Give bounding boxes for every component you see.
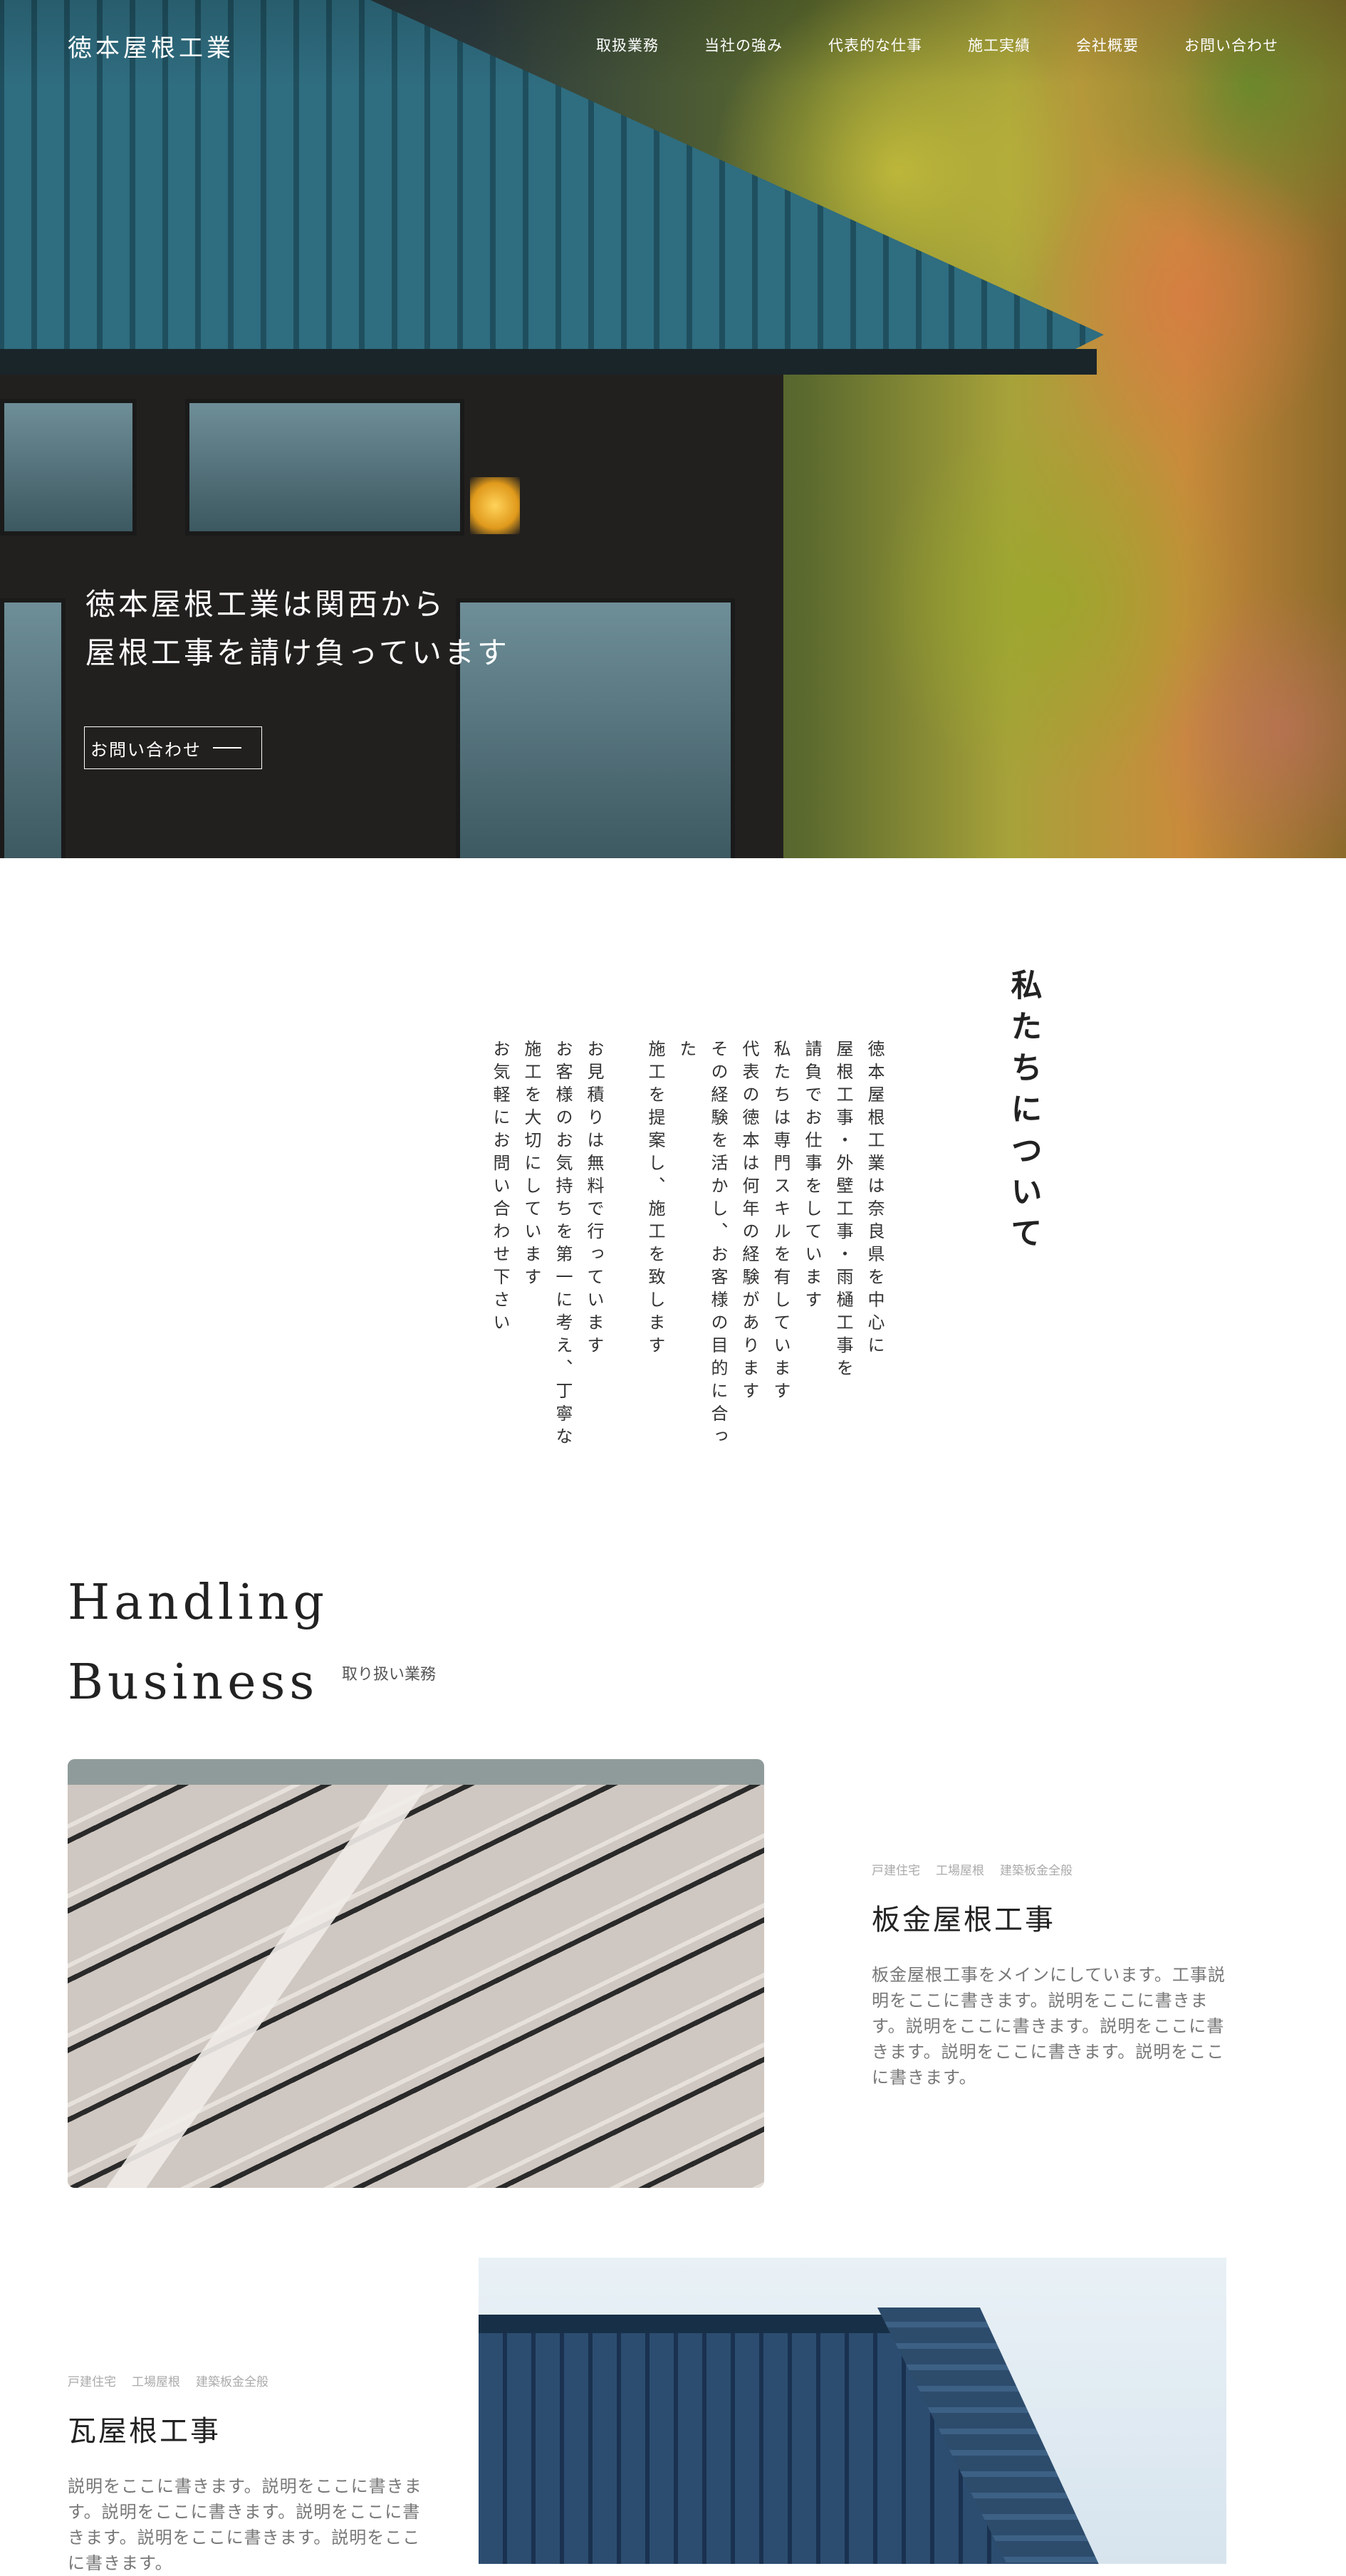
menu-item-results[interactable]: 施工実績 (968, 34, 1031, 56)
metal-roof-ridge (68, 1759, 764, 2188)
tag: 建築板金全般 (196, 2375, 268, 2389)
hero-contact-button-label: お問い合わせ (90, 739, 202, 760)
about-line: 私たちは専門スキルを有しています (771, 1040, 791, 1404)
arrow-line-icon (213, 747, 241, 749)
hero-headline: 徳本屋根工業は関西から 屋根工事を請け負っています (85, 580, 510, 677)
about-line: 請負でお仕事をしています (802, 1040, 822, 1313)
about-paragraph: 私たちは専門スキルを有しています 代表の徳本は何年の経験があります その経験を活… (640, 1040, 796, 1467)
menu-item-works[interactable]: 代表的な仕事 (828, 34, 922, 56)
metal-roof-background (68, 1759, 764, 1785)
business-title-line2: Business (68, 1654, 319, 1711)
metal-roof-image (68, 1759, 764, 2188)
about-line: 施工を大切にしています (521, 1040, 541, 1290)
about-line: お客様のお気持ちを第一に考え、丁寧な (553, 1040, 573, 1450)
tile-roof-image (479, 2258, 1226, 2564)
hero-section: 徳本屋根工業 取扱業務 当社の強み 代表的な仕事 施工実績 会社概要 お問い合わ… (0, 0, 1346, 858)
main-menu: 取扱業務 当社の強み 代表的な仕事 施工実績 会社概要 お問い合わせ (596, 34, 1278, 56)
menu-item-strengths[interactable]: 当社の強み (704, 34, 783, 56)
business-section-title: Handling Business (68, 1563, 328, 1723)
tag: 戸建住宅 (68, 2375, 116, 2389)
business-title: 板金屋根工事 (872, 1904, 1055, 1936)
hero-headline-line2: 屋根工事を請け負っています (85, 635, 510, 670)
top-navigation: 徳本屋根工業 取扱業務 当社の強み 代表的な仕事 施工実績 会社概要 お問い合わ… (0, 0, 1346, 93)
about-line: 徳本屋根工業は奈良県を中心に (865, 1040, 885, 1359)
business-tags: 戸建住宅 工場屋根 建築板金全般 (872, 1860, 1228, 1878)
about-paragraph: 徳本屋根工業は奈良県を中心に 屋根工事・外壁工事・雨樋工事を 請負でお仕事をして… (796, 1040, 890, 1467)
menu-item-services[interactable]: 取扱業務 (596, 34, 659, 56)
hero-headline-line1: 徳本屋根工業は関西から (85, 587, 447, 622)
business-description: 板金屋根工事をメインにしています。工事説明をここに書きます。説明をここに書きます… (872, 1965, 1226, 2087)
tag: 建築板金全般 (1000, 1864, 1073, 1878)
tile-roof-ridge (479, 2315, 934, 2333)
hero-contact-button[interactable]: お問い合わせ (84, 726, 262, 769)
business-card-tile-roof: 戸建住宅 工場屋根 建築板金全般 瓦屋根工事 説明をここに書きます。説明をここに… (68, 2372, 424, 2576)
site-logo[interactable]: 徳本屋根工業 (68, 28, 234, 63)
about-paragraph: お見積りは無料で行っています お客様のお気持ちを第一に考え、丁寧な 施工を大切に… (484, 1040, 610, 1467)
tag: 工場屋根 (132, 2375, 180, 2389)
about-line: お気軽にお問い合わせ下さい (490, 1040, 510, 1336)
business-description: 説明をここに書きます。説明をここに書きます。説明をここに書きます。説明をここに書… (68, 2476, 422, 2573)
about-body: 徳本屋根工業は奈良県を中心に 屋根工事・外壁工事・雨樋工事を 請負でお仕事をして… (454, 1040, 890, 1467)
business-title: 瓦屋根工事 (68, 2415, 221, 2448)
menu-item-contact[interactable]: お問い合わせ (1184, 34, 1278, 56)
business-title-line1: Handling (68, 1575, 328, 1631)
tag: 工場屋根 (936, 1864, 984, 1878)
about-line: その経験を活かし、お客様の目的に合った (677, 1040, 728, 1450)
tag: 戸建住宅 (872, 1864, 920, 1878)
about-line: 屋根工事・外壁工事・雨樋工事を (833, 1040, 853, 1382)
business-section-subtitle: 取り扱い業務 (342, 1666, 437, 1684)
about-title: 私たちについて (1005, 969, 1042, 1258)
about-line: 代表の徳本は何年の経験があります (739, 1040, 759, 1404)
about-line: 施工を提案し、施工を致します (645, 1040, 665, 1359)
business-card-metal-roof: 戸建住宅 工場屋根 建築板金全般 板金屋根工事 板金屋根工事をメインにしています… (872, 1860, 1228, 2090)
about-line: お見積りは無料で行っています (584, 1040, 604, 1359)
menu-item-company[interactable]: 会社概要 (1076, 34, 1139, 56)
business-tags: 戸建住宅 工場屋根 建築板金全般 (68, 2372, 424, 2389)
